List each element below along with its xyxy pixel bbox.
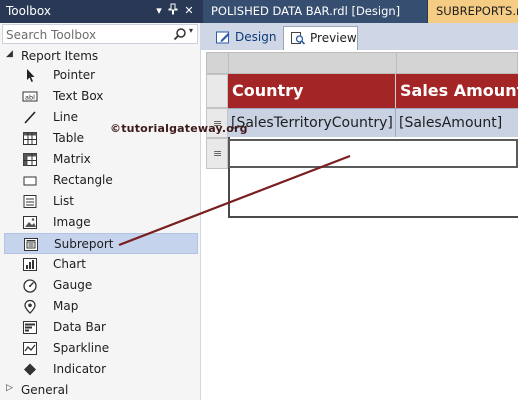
expand-arrow-icon[interactable]: ▷ xyxy=(6,383,13,393)
row-handle-subreport[interactable]: ≡ xyxy=(206,138,228,169)
toolbox-item-label: Text Box xyxy=(53,89,104,103)
toolbox-item-gauge[interactable]: Gauge xyxy=(4,275,198,296)
detail-cell-country[interactable]: [SalesTerritoryCountry] xyxy=(228,108,396,137)
image-icon xyxy=(22,215,38,230)
table-icon xyxy=(22,131,38,146)
indicator-icon xyxy=(22,362,38,377)
toolbox-item-sparkline[interactable]: Sparkline xyxy=(4,338,198,359)
pin-icon[interactable] xyxy=(166,3,180,19)
list-icon xyxy=(22,194,38,209)
design-tab-label: Design xyxy=(235,30,277,44)
report-canvas[interactable]: ≡ ≡ Country Sales Amount [SalesTerritory… xyxy=(201,50,518,400)
detail-cell-sales-amount[interactable]: [SalesAmount] xyxy=(396,108,518,137)
tab-subreports[interactable]: SUBREPORTS.rd xyxy=(428,0,518,23)
row-handle-header[interactable] xyxy=(206,74,228,108)
pointer-icon xyxy=(22,68,38,83)
toolbox-item-label: Indicator xyxy=(53,362,107,376)
preview-tab-label: Preview xyxy=(310,31,357,45)
subreport-drop-target[interactable] xyxy=(228,139,518,168)
toolbox-item-rectangle[interactable]: Rectangle xyxy=(4,170,198,191)
databar-icon xyxy=(22,320,38,335)
textbox-icon: abl xyxy=(22,89,38,104)
map-icon xyxy=(22,299,38,314)
collapse-arrow-icon[interactable]: ◢ xyxy=(6,49,13,59)
toolbox-item-label: Map xyxy=(53,299,79,313)
dropdown-icon[interactable]: ▾ xyxy=(152,3,166,19)
toolbox-item-label: Line xyxy=(53,110,79,124)
toolbox-item-chart[interactable]: Chart xyxy=(4,254,198,275)
toolbox-search[interactable]: ▾ xyxy=(2,24,198,44)
corner-handle[interactable] xyxy=(207,53,229,73)
group-label: Report Items xyxy=(21,49,99,63)
toolbox-panel: Toolbox ▾ ✕ ▾ ◢ Report Items Pointer abl… xyxy=(0,0,201,400)
toolbox-item-matrix[interactable]: Matrix xyxy=(4,149,198,170)
toolbox-item-map[interactable]: Map xyxy=(4,296,198,317)
toolbox-item-textbox[interactable]: abl Text Box xyxy=(4,86,198,107)
column-handle-sales-amount[interactable] xyxy=(397,53,518,73)
toolbox-item-label: Table xyxy=(53,131,85,145)
search-icon[interactable] xyxy=(173,27,187,41)
toolbox-item-label: List xyxy=(53,194,74,208)
subreport-icon xyxy=(23,237,39,252)
group-report-items[interactable]: ◢ Report Items xyxy=(0,46,198,66)
preview-icon xyxy=(290,31,306,46)
design-icon xyxy=(215,30,231,45)
group-general[interactable]: ▷ General xyxy=(0,380,198,400)
chevron-down-icon[interactable]: ▾ xyxy=(189,26,193,35)
toolbox-item-label: Gauge xyxy=(53,278,93,292)
report-designer: Design Preview ≡ ≡ Country Sales Amount … xyxy=(201,23,518,400)
toolbox-item-list[interactable]: List xyxy=(4,191,198,212)
toolbox-item-label: Pointer xyxy=(53,68,96,82)
toolbox-item-databar[interactable]: Data Bar xyxy=(4,317,198,338)
rectangle-icon xyxy=(22,173,38,188)
column-handle-country[interactable] xyxy=(229,53,397,73)
toolbox-item-image[interactable]: Image xyxy=(4,212,198,233)
chart-icon xyxy=(22,257,38,272)
close-icon[interactable]: ✕ xyxy=(182,3,196,19)
toolbox-title: Toolbox xyxy=(6,4,51,18)
toolbox-header: Toolbox ▾ ✕ xyxy=(0,0,201,23)
tab-design[interactable]: Design xyxy=(209,26,281,50)
watermark: ©tutorialgateway.org xyxy=(110,122,248,135)
column-handles xyxy=(206,52,518,74)
matrix-icon xyxy=(22,152,38,167)
toolbox-item-label: Subreport xyxy=(54,237,114,251)
row-grip-icon: ≡ xyxy=(213,147,223,160)
line-icon xyxy=(22,110,38,125)
toolbox-item-label: Chart xyxy=(53,257,86,271)
gauge-icon xyxy=(22,278,38,293)
view-tab-bar: Design Preview xyxy=(201,23,518,50)
tab-polished-data-bar[interactable]: POLISHED DATA BAR.rdl [Design] xyxy=(203,0,427,23)
toolbox-item-subreport[interactable]: Subreport xyxy=(4,233,198,254)
search-input[interactable] xyxy=(6,27,166,42)
header-cell-country[interactable]: Country xyxy=(228,74,396,108)
toolbox-item-label: Sparkline xyxy=(53,341,110,355)
tab-preview[interactable]: Preview xyxy=(283,26,358,50)
toolbox-item-pointer[interactable]: Pointer xyxy=(4,65,198,86)
toolbox-item-indicator[interactable]: Indicator xyxy=(4,359,198,380)
toolbox-item-label: Matrix xyxy=(53,152,91,166)
svg-text:abl: abl xyxy=(25,94,35,102)
toolbox-item-label: Rectangle xyxy=(53,173,113,187)
group-label: General xyxy=(21,383,69,397)
header-cell-sales-amount[interactable]: Sales Amount xyxy=(396,74,518,108)
sparkline-icon xyxy=(22,341,38,356)
toolbox-item-label: Image xyxy=(53,215,91,229)
document-tab-strip: POLISHED DATA BAR.rdl [Design] SUBREPORT… xyxy=(201,0,518,23)
toolbox-item-label: Data Bar xyxy=(53,320,106,334)
